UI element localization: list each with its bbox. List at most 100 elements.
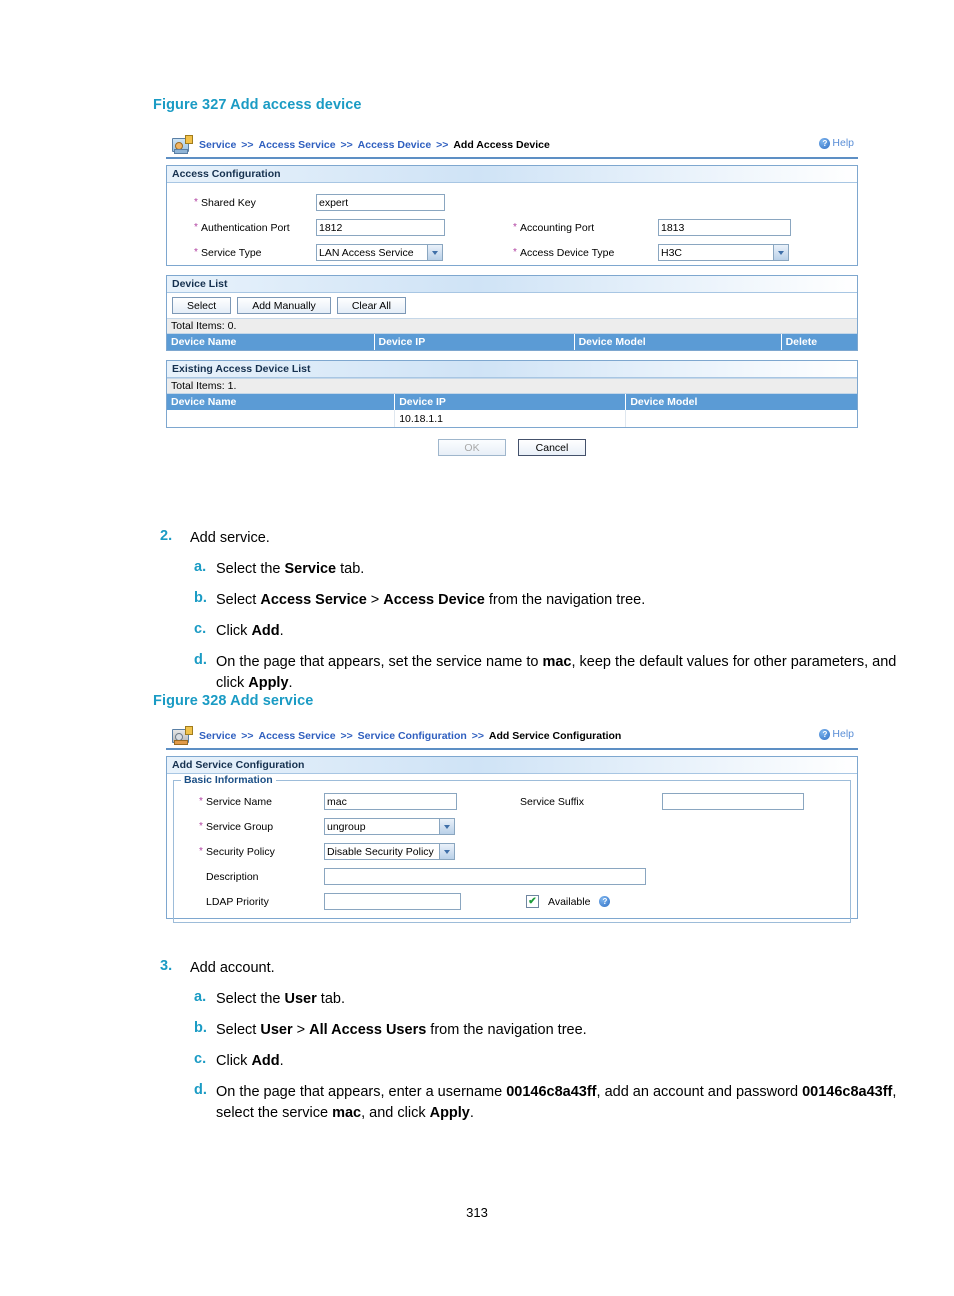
form-row-shared-key: * Shared Key expert — [167, 190, 857, 215]
authentication-port-label: Authentication Port — [201, 221, 290, 234]
form-row-security-policy: * Security Policy Disable Security Polic… — [174, 839, 850, 864]
substep-b: b. Select User > All Access Users from t… — [194, 1020, 935, 1041]
required-marker: * — [513, 222, 517, 233]
column-device-name[interactable]: Device Name — [167, 334, 375, 350]
ldap-priority-input[interactable] — [324, 893, 461, 910]
document-page: Figure 327 Add access device Service >> … — [0, 0, 954, 1296]
step-3-substeps: a. Select the User tab. b. Select User >… — [194, 989, 935, 1124]
device-list-table: Device Name Device IP Device Model Delet… — [167, 334, 857, 350]
breadcrumb-item-service[interactable]: Service — [199, 139, 236, 151]
column-device-model[interactable]: Device Model — [574, 334, 782, 350]
security-policy-select[interactable]: Disable Security Policy — [324, 843, 455, 860]
breadcrumb-bar-328: Service >> Access Service >> Service Con… — [166, 724, 858, 750]
required-marker: * — [199, 796, 203, 807]
form-row-service-name: * Service Name mac Service Suffix — [174, 789, 850, 814]
access-configuration-title: Access Configuration — [167, 166, 857, 183]
figure-328-screenshot: Service >> Access Service >> Service Con… — [166, 724, 858, 929]
form-row-service-group: * Service Group ungroup — [174, 814, 850, 839]
substep-d: d. On the page that appears, enter a use… — [194, 1082, 935, 1124]
add-service-configuration-title: Add Service Configuration — [167, 757, 857, 774]
chevron-down-icon — [439, 844, 454, 859]
service-name-input[interactable]: mac — [324, 793, 457, 810]
clear-all-button[interactable]: Clear All — [336, 297, 406, 314]
substep-c: c. Click Add. — [194, 621, 920, 642]
column-device-ip[interactable]: Device IP — [374, 334, 575, 350]
breadcrumb-item-service-configuration[interactable]: Service Configuration — [358, 730, 467, 742]
chevron-down-icon — [439, 819, 454, 834]
breadcrumb-separator: >> — [241, 138, 254, 151]
form-row-types: * Service Type LAN Access Service * Acce… — [167, 240, 857, 265]
select-button[interactable]: Select — [172, 297, 232, 314]
breadcrumb-item-access-service[interactable]: Access Service — [258, 139, 335, 151]
form-row-ldap-priority: LDAP Priority ✔ Available ? — [174, 889, 850, 914]
ok-button[interactable]: OK — [438, 439, 506, 456]
device-list-toolbar: Select Add Manually Clear All — [167, 293, 857, 318]
service-type-select[interactable]: LAN Access Service — [316, 244, 443, 261]
column-device-model[interactable]: Device Model — [625, 394, 857, 410]
required-marker: * — [194, 247, 198, 258]
ldap-priority-label: LDAP Priority — [206, 895, 269, 908]
add-manually-button[interactable]: Add Manually — [237, 297, 331, 314]
device-list-panel: Device List Select Add Manually Clear Al… — [166, 275, 858, 351]
breadcrumb-separator: >> — [436, 138, 449, 151]
help-link-327[interactable]: ? Help — [819, 137, 854, 149]
table-row[interactable]: 10.18.1.1 — [167, 410, 857, 427]
breadcrumb-separator: >> — [471, 729, 484, 742]
step-3-heading: 3. Add account. — [160, 958, 935, 979]
help-circle-icon[interactable]: ? — [599, 896, 611, 907]
figure-328-caption: Figure 328 Add service — [153, 693, 314, 709]
substep-a: a. Select the Service tab. — [194, 559, 920, 580]
access-device-type-label: Access Device Type — [520, 246, 615, 259]
add-service-configuration-panel: Add Service Configuration Basic Informat… — [166, 756, 858, 923]
required-marker: * — [199, 821, 203, 832]
access-device-type-select[interactable]: H3C — [658, 244, 789, 261]
shared-key-input[interactable]: expert — [316, 194, 445, 211]
security-policy-label: Security Policy — [206, 845, 275, 858]
breadcrumb-item-access-service[interactable]: Access Service — [258, 730, 335, 742]
step-2-substeps: a. Select the Service tab. b. Select Acc… — [194, 559, 920, 694]
cell-device-name — [167, 410, 396, 427]
breadcrumb-item-access-device[interactable]: Access Device — [358, 139, 432, 151]
device-list-total: Total Items: 0. — [167, 318, 857, 334]
access-device-type-value: H3C — [661, 246, 683, 259]
step-2-heading: 2. Add service. — [160, 528, 920, 549]
service-group-value: ungroup — [327, 820, 366, 833]
required-marker: * — [194, 197, 198, 208]
existing-device-list-table: Device Name Device IP Device Model 10.18… — [167, 394, 857, 427]
available-checkbox[interactable]: ✔ — [526, 895, 539, 908]
step-2-number: 2. — [160, 528, 173, 544]
service-group-select[interactable]: ungroup — [324, 818, 455, 835]
step-3: 3. Add account. a. Select the User tab. … — [160, 958, 935, 1134]
description-input[interactable] — [324, 868, 646, 885]
service-device-icon — [172, 135, 193, 155]
column-device-ip[interactable]: Device IP — [394, 394, 627, 410]
service-suffix-input[interactable] — [662, 793, 804, 810]
basic-information-fieldset: Basic Information * Service Name mac Ser… — [173, 774, 851, 923]
column-device-name[interactable]: Device Name — [167, 394, 396, 410]
required-marker: * — [194, 222, 198, 233]
chevron-down-icon — [773, 245, 788, 260]
help-link-328[interactable]: ? Help — [819, 728, 854, 740]
breadcrumb-separator: >> — [340, 138, 353, 151]
breadcrumb-current-327: Add Access Device — [453, 138, 550, 151]
figure-327-screenshot: Service >> Access Service >> Access Devi… — [166, 133, 858, 511]
cancel-button[interactable]: Cancel — [518, 439, 586, 456]
service-suffix-label: Service Suffix — [520, 795, 584, 808]
substep-letter: a. — [194, 558, 207, 575]
substep-letter: d. — [194, 651, 207, 668]
cell-device-ip: 10.18.1.1 — [394, 410, 627, 427]
help-circle-icon: ? — [819, 728, 831, 740]
breadcrumb-current-328: Add Service Configuration — [488, 729, 622, 742]
column-delete[interactable]: Delete — [781, 334, 857, 350]
substep-text: Select Access Service > Access Device fr… — [216, 591, 646, 608]
service-group-label: Service Group — [206, 820, 274, 833]
step-3-number: 3. — [160, 958, 173, 974]
substep-letter: c. — [194, 1050, 207, 1067]
form-row-ports: * Authentication Port 1812 * Accounting … — [167, 215, 857, 240]
breadcrumb-item-service[interactable]: Service — [199, 730, 236, 742]
service-user-icon — [172, 726, 193, 746]
step-3-title: Add account. — [190, 960, 275, 976]
substep-text: Click Add. — [216, 1052, 284, 1069]
accounting-port-input[interactable]: 1813 — [658, 219, 791, 236]
authentication-port-input[interactable]: 1812 — [316, 219, 445, 236]
